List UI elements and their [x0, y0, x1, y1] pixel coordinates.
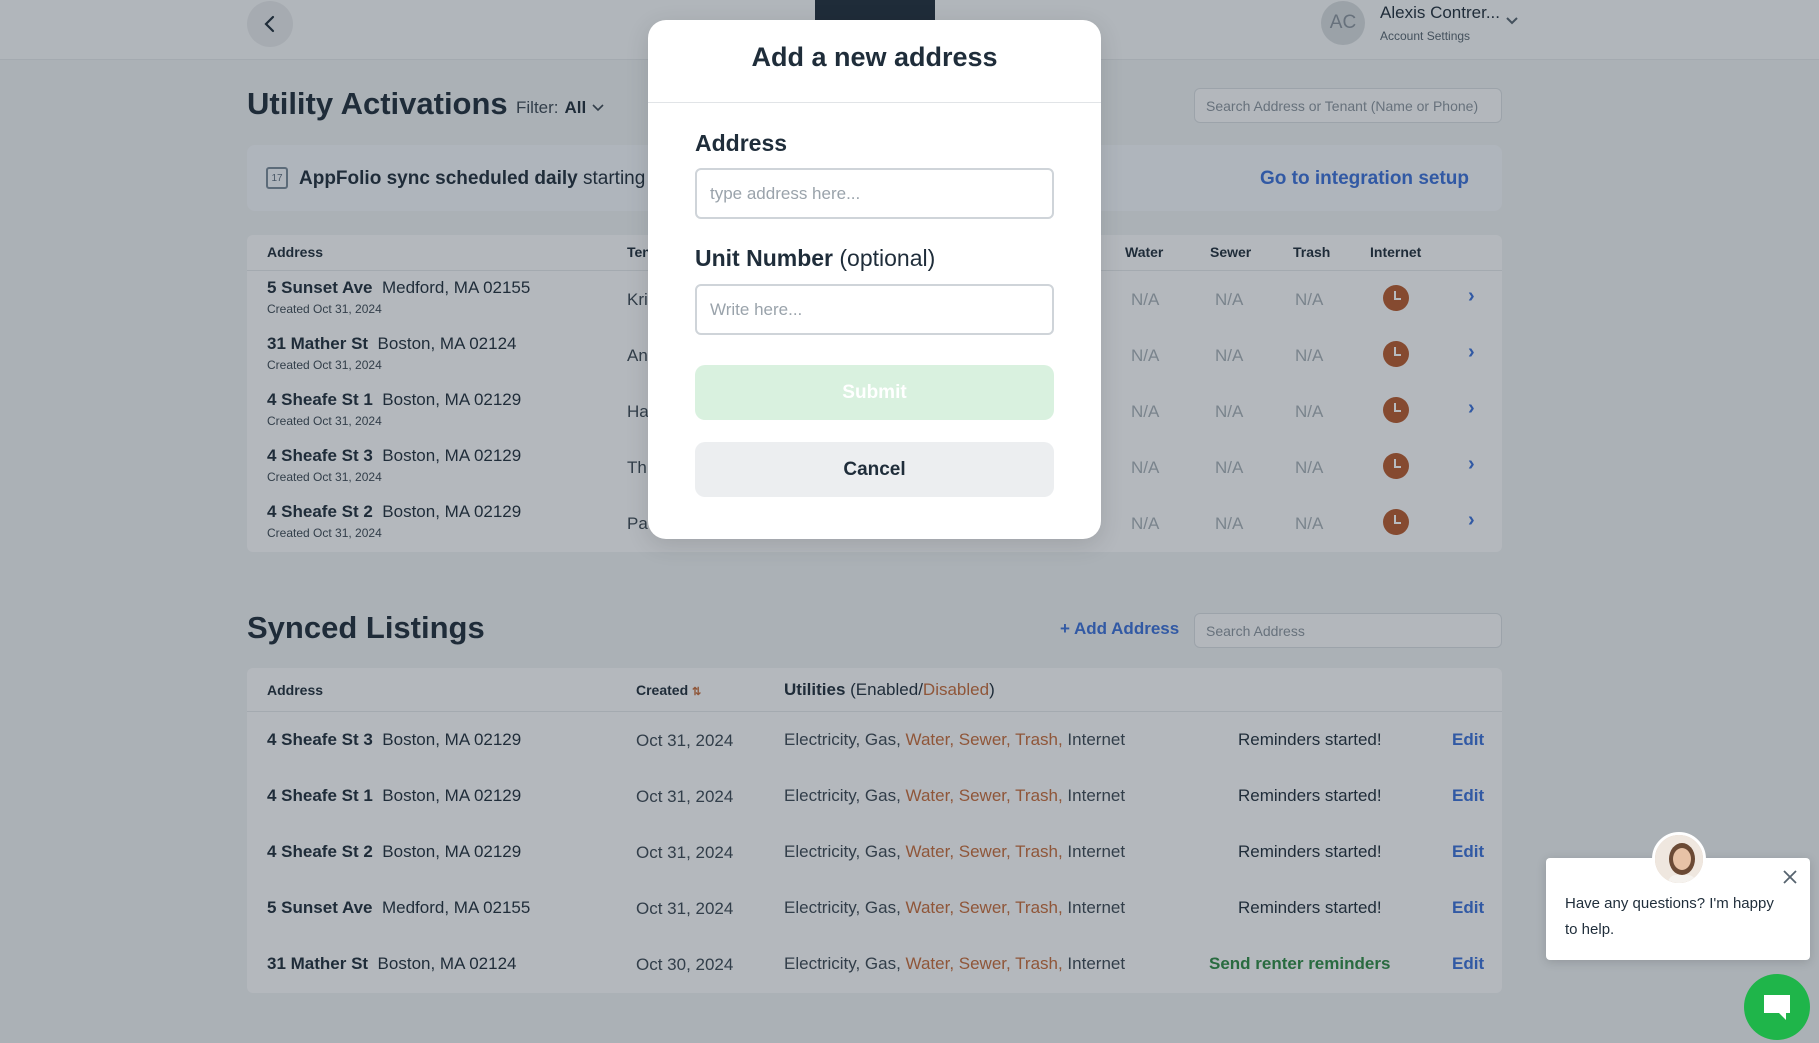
unit-optional-text: (optional)	[839, 245, 936, 271]
unit-label-text: Unit Number	[695, 245, 833, 271]
submit-button[interactable]: Submit	[695, 365, 1054, 420]
unit-number-input[interactable]	[695, 284, 1054, 335]
unit-number-label: Unit Number (optional)	[695, 245, 935, 272]
close-icon[interactable]	[1780, 867, 1800, 887]
add-address-modal: Add a new address Address Unit Number (o…	[648, 20, 1101, 539]
modal-title: Add a new address	[751, 42, 998, 72]
chat-message: Have any questions? I'm happy to help.	[1565, 895, 1774, 938]
chat-launcher-button[interactable]	[1744, 974, 1810, 1040]
support-agent-avatar	[1652, 832, 1706, 886]
chat-icon	[1764, 995, 1790, 1020]
modal-divider	[648, 102, 1101, 103]
address-label: Address	[695, 130, 788, 156]
cancel-button[interactable]: Cancel	[695, 442, 1054, 497]
address-input[interactable]	[695, 168, 1054, 219]
